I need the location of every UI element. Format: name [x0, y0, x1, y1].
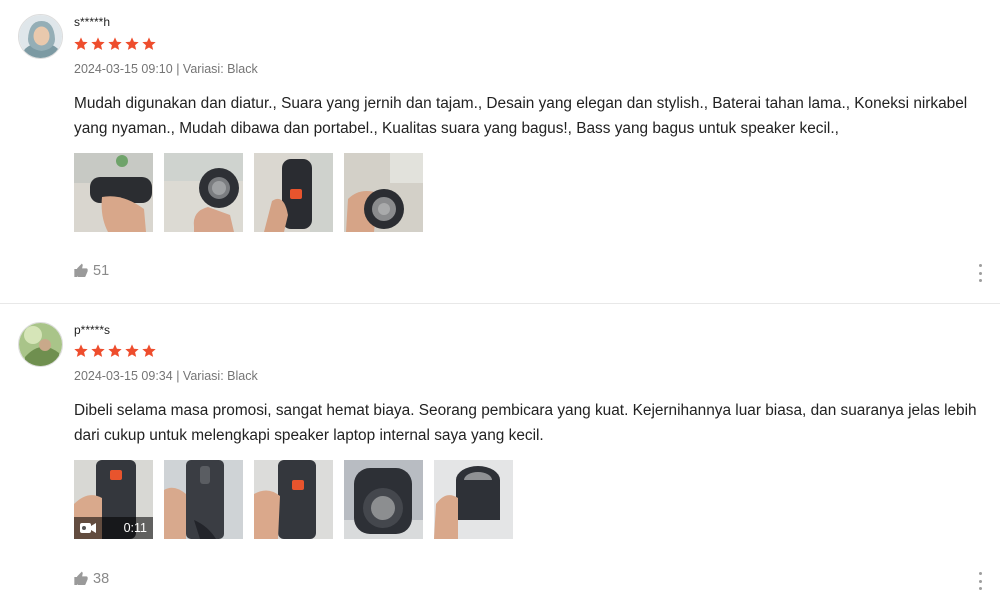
review-variation: Variasi: Black [182, 369, 258, 383]
review-item: p*****s 2024-03-15 09:34 | Variasi: Blac… [0, 305, 1000, 606]
more-options-icon[interactable] [976, 572, 984, 590]
star-icon [142, 37, 156, 50]
review-comment: Mudah digunakan dan diatur., Suara yang … [74, 95, 968, 137]
review-date: 2024-03-15 09:34 [74, 369, 173, 383]
review-photo[interactable] [254, 460, 333, 539]
star-icon [91, 344, 105, 357]
meta-separator: | [176, 369, 183, 383]
review-meta: 2024-03-15 09:10 | Variasi: Black [74, 62, 258, 76]
review-media [74, 153, 423, 232]
video-camera-icon [80, 523, 96, 533]
review-meta: 2024-03-15 09:34 | Variasi: Black [74, 369, 258, 383]
video-duration: 0:11 [123, 521, 147, 535]
star-icon [142, 344, 156, 357]
review-date: 2024-03-15 09:10 [74, 62, 173, 76]
like-button[interactable]: 51 [73, 263, 109, 279]
review-variation: Variasi: Black [182, 62, 258, 76]
review-photo[interactable] [254, 153, 333, 232]
star-rating [73, 36, 157, 52]
more-options-icon[interactable] [976, 264, 984, 282]
review-photo[interactable] [164, 460, 243, 539]
review-photo[interactable] [344, 153, 423, 232]
review-photo[interactable] [164, 153, 243, 232]
review-photo[interactable] [434, 460, 513, 539]
star-icon [91, 37, 105, 50]
meta-separator: | [176, 62, 183, 76]
reviewer-username: s*****h [74, 15, 111, 29]
review-item: s*****h 2024-03-15 09:10 | Variasi: Blac… [0, 0, 1000, 304]
like-count: 51 [93, 263, 110, 279]
star-icon [125, 344, 139, 357]
review-media: 0:11 [74, 460, 513, 539]
reviewer-username: p*****s [74, 323, 111, 337]
thumbs-up-icon [74, 263, 88, 277]
review-photo[interactable] [74, 153, 153, 232]
like-button[interactable]: 38 [73, 571, 109, 587]
star-icon [108, 344, 122, 357]
star-icon [108, 37, 122, 50]
review-photo[interactable] [344, 460, 423, 539]
review-comment: Dibeli selama masa promosi, sangat hemat… [74, 402, 977, 444]
star-icon [74, 37, 88, 50]
star-rating [73, 343, 157, 359]
video-overlay: 0:11 [74, 517, 153, 539]
star-icon [125, 37, 139, 50]
avatar[interactable] [18, 14, 63, 59]
thumbs-up-icon [74, 571, 88, 585]
star-icon [74, 344, 88, 357]
review-video[interactable]: 0:11 [74, 460, 153, 539]
like-count: 38 [93, 571, 110, 587]
avatar[interactable] [18, 322, 63, 367]
